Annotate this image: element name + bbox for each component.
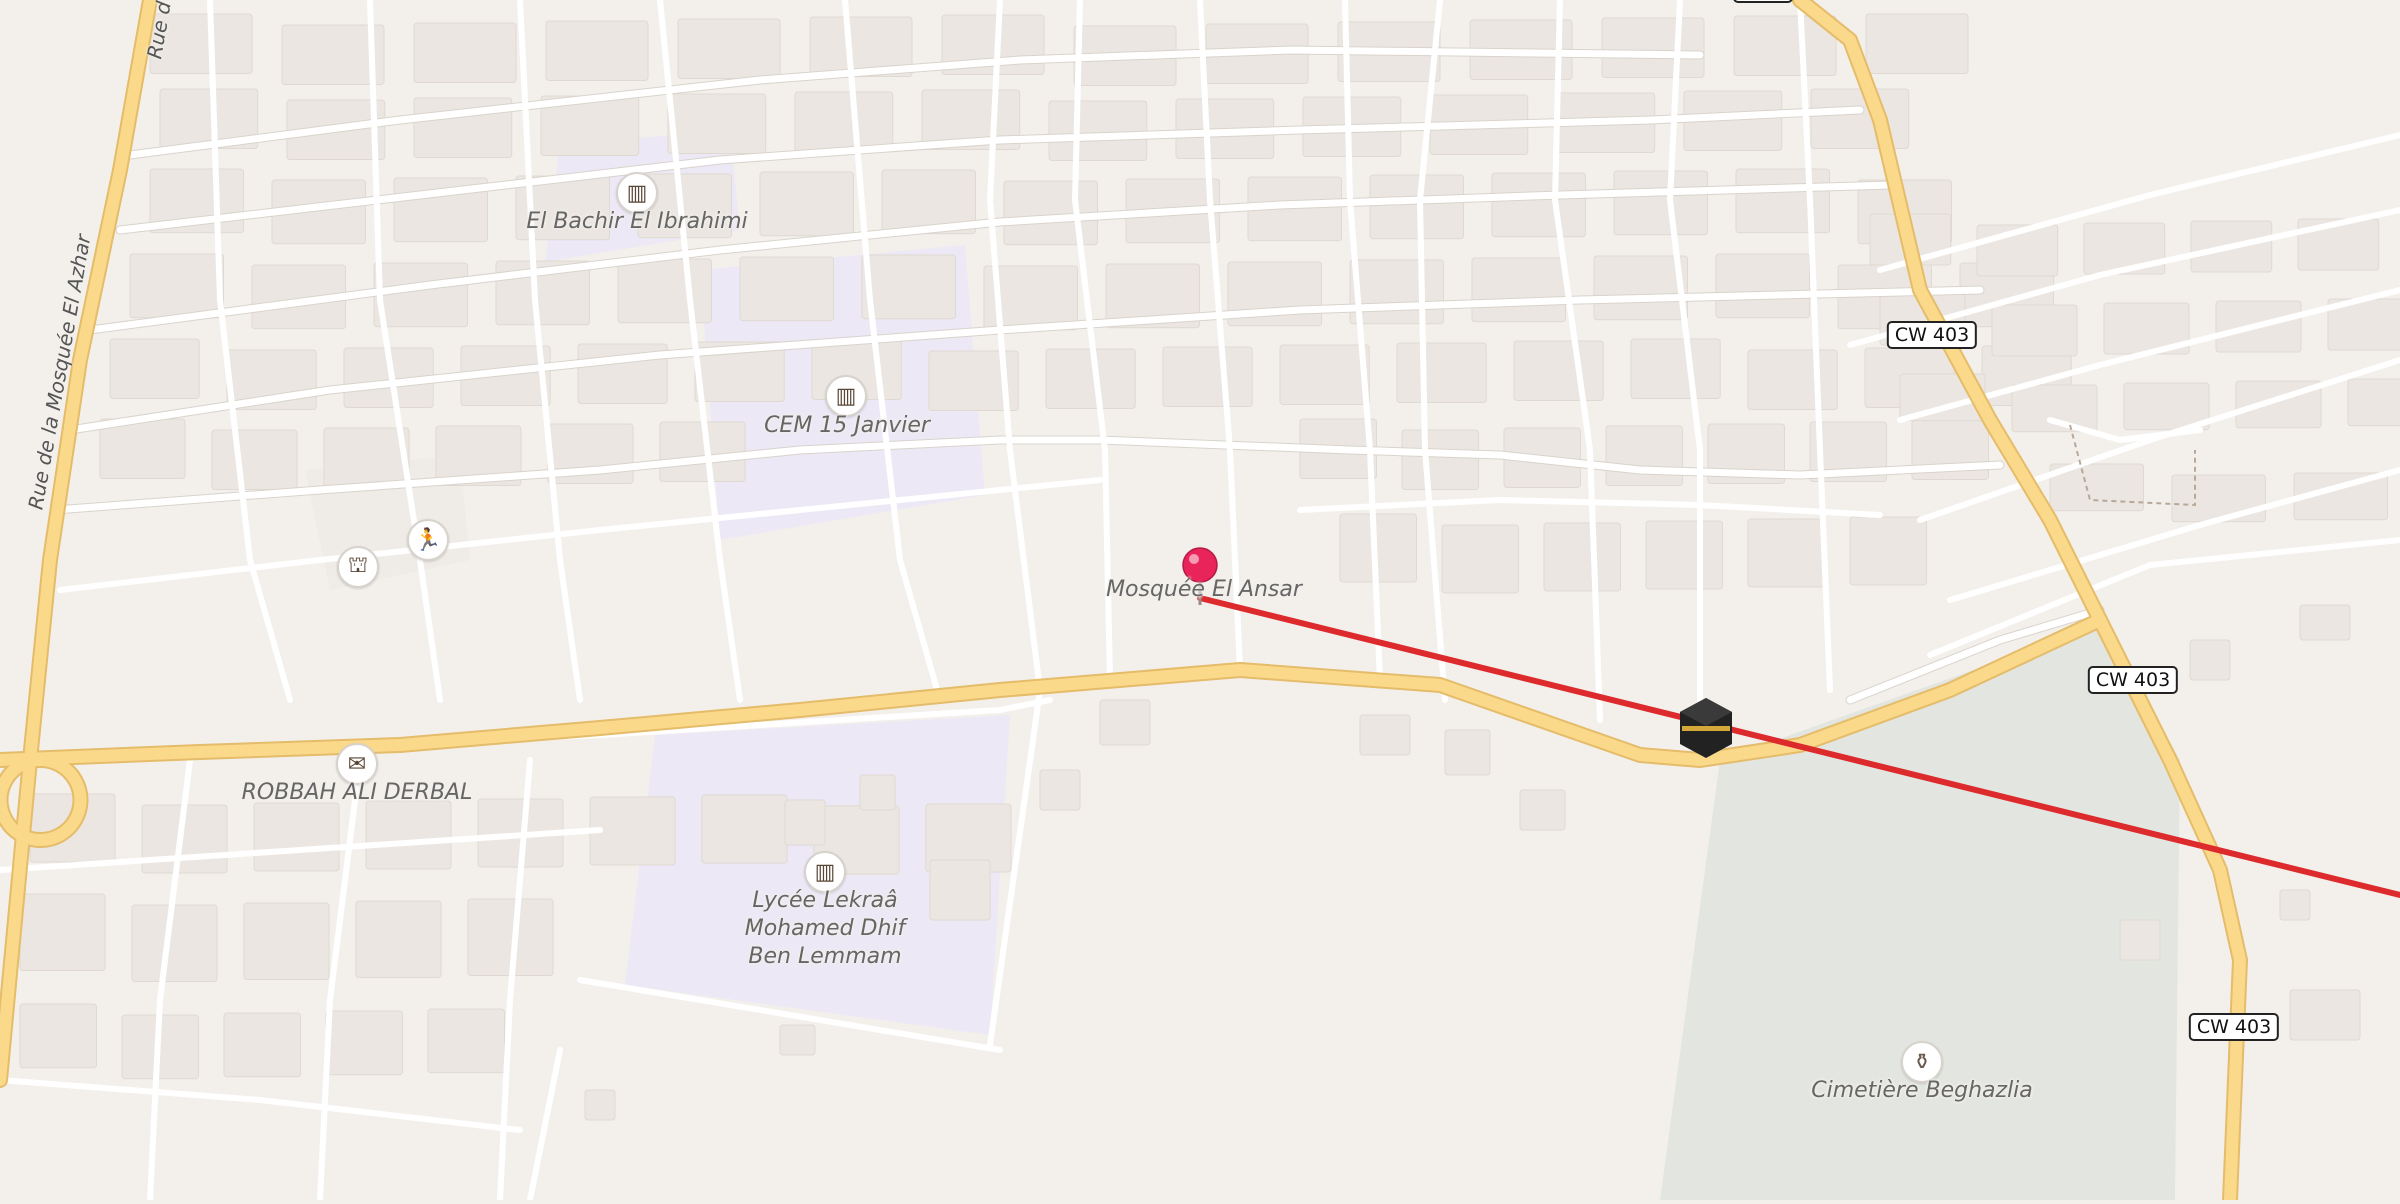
- route-shield-cw403: CW 403: [2188, 1013, 2280, 1041]
- building-block: [1519, 789, 1566, 831]
- building-block: [1865, 13, 1969, 74]
- building-block: [784, 799, 826, 846]
- building-block: [545, 20, 649, 81]
- building-block: [1359, 714, 1411, 756]
- building-block: [2171, 474, 2266, 523]
- building-block: [1849, 516, 1927, 586]
- building-block: [109, 338, 200, 399]
- building-block: [1369, 174, 1464, 240]
- building-block: [859, 774, 896, 811]
- cemetery-label[interactable]: Cimetière Beghazlia: [1811, 1077, 2033, 1105]
- building-block: [355, 900, 442, 978]
- route-shield-top: [1733, 0, 1793, 3]
- mosque-label[interactable]: Mosquée El Ansar: [1106, 576, 1302, 604]
- building-block: [2279, 889, 2311, 921]
- building-block: [667, 93, 767, 154]
- building-block: [19, 893, 106, 971]
- building-block: [1162, 346, 1253, 407]
- building-block: [325, 1010, 403, 1076]
- building-block: [211, 429, 298, 490]
- lycee-label-line-3[interactable]: Ben Lemmam: [748, 943, 901, 971]
- building-block: [243, 902, 330, 980]
- building-block: [1048, 100, 1148, 161]
- building-block: [1810, 88, 1910, 149]
- building-block: [1279, 344, 1370, 405]
- building-block: [1401, 429, 1479, 490]
- building-block: [1605, 425, 1683, 486]
- building-block: [1735, 168, 1830, 234]
- route-shield-cw403: CW 403: [1886, 321, 1978, 349]
- building-block: [1039, 769, 1081, 811]
- building-block: [2189, 639, 2231, 681]
- building-block: [1349, 259, 1444, 325]
- building-block: [19, 1003, 97, 1069]
- building-block: [1747, 349, 1838, 410]
- route-shield-cw403: CW 403: [2087, 666, 2179, 694]
- building-block: [1045, 348, 1136, 409]
- building-block: [759, 171, 854, 237]
- building-block: [323, 427, 410, 488]
- running-icon[interactable]: 🏃: [407, 519, 449, 561]
- building-block: [1396, 342, 1487, 403]
- building-block: [1630, 338, 1721, 399]
- building-block: [584, 1089, 616, 1121]
- building-block: [1441, 524, 1519, 594]
- building-block: [1593, 255, 1688, 321]
- building-block: [1601, 17, 1705, 78]
- building-block: [427, 1008, 505, 1074]
- building-block: [1471, 257, 1566, 323]
- building-block: [701, 794, 788, 864]
- building-block: [131, 904, 218, 982]
- school-label-cem[interactable]: CEM 15 Janvier: [764, 412, 930, 440]
- building-block: [223, 1012, 301, 1078]
- building-block: [861, 254, 956, 320]
- building-block: [1991, 304, 2078, 357]
- building-block: [929, 859, 991, 921]
- building-block: [794, 91, 894, 152]
- building-block: [1715, 253, 1810, 319]
- building-block: [779, 1024, 816, 1056]
- map-view[interactable]: ▥ ▥ ▥ 🏃 ⛫ ✉ ⚱ El Bachir El Ibrahimi CEM …: [0, 0, 2400, 1204]
- lycee-label-line-1[interactable]: Lycée Lekraâ: [752, 887, 897, 915]
- building-block: [253, 802, 340, 872]
- building-block: [413, 22, 517, 83]
- building-block: [677, 18, 781, 79]
- building-block: [129, 253, 224, 319]
- school-icon[interactable]: ▥: [825, 375, 867, 417]
- building-block: [617, 258, 712, 324]
- building-block: [2011, 384, 2098, 433]
- building-block: [2289, 989, 2361, 1041]
- building-block: [1645, 520, 1723, 590]
- post-office-label[interactable]: ROBBAH ALI DERBAL: [242, 779, 473, 807]
- building-block: [1613, 170, 1708, 236]
- building-block: [739, 256, 834, 322]
- building-block: [1099, 699, 1151, 746]
- townhall-icon[interactable]: ⛫: [337, 546, 379, 588]
- building-block: [1747, 518, 1825, 588]
- building-block: [2347, 378, 2400, 427]
- school-label-el-bachir[interactable]: El Bachir El Ibrahimi: [526, 208, 747, 236]
- building-block: [2299, 604, 2351, 641]
- building-block: [1444, 729, 1491, 776]
- lycee-label-line-2[interactable]: Mohamed Dhif: [745, 915, 906, 943]
- building-block: [2119, 919, 2161, 961]
- building-block: [1513, 340, 1604, 401]
- building-block: [1491, 172, 1586, 238]
- building-block: [1543, 522, 1621, 592]
- building-block: [365, 800, 452, 870]
